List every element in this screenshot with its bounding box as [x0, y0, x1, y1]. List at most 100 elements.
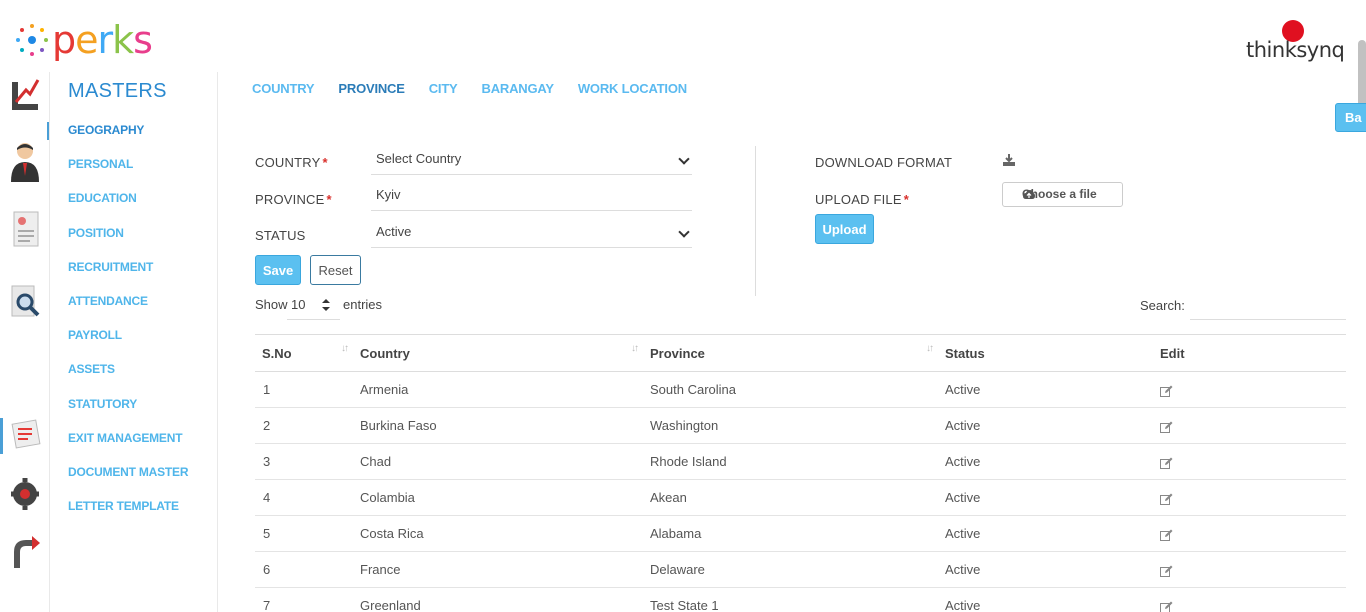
- province-label-text: PROVINCE: [255, 192, 325, 207]
- status-label: STATUS: [255, 228, 306, 243]
- cell-country: Greenland: [353, 587, 643, 612]
- edit-icon[interactable]: [1160, 565, 1173, 577]
- menu-item-letter-template[interactable]: LETTER TEMPLATE: [68, 499, 188, 533]
- col-country[interactable]: Country ↓↑: [353, 334, 643, 372]
- tab-barangay[interactable]: BARANGAY: [482, 81, 555, 96]
- col-status: Status: [938, 334, 1152, 372]
- cell-sno: 6: [255, 551, 353, 588]
- tab-work-location[interactable]: WORK LOCATION: [578, 81, 687, 96]
- cell-sno: 4: [255, 479, 353, 516]
- edit-icon[interactable]: [1160, 493, 1173, 505]
- col-sno[interactable]: S.No ↓↑: [255, 334, 353, 372]
- menu-item-education[interactable]: EDUCATION: [68, 191, 188, 225]
- table-header-row: S.No ↓↑ Country ↓↑ Province ↓↑ Status Edit: [255, 334, 1346, 372]
- sort-icon: ↓↑: [926, 343, 934, 354]
- required-mark: *: [326, 192, 332, 207]
- resume-icon[interactable]: [8, 208, 42, 248]
- cell-edit: [1152, 407, 1346, 444]
- masters-menu: MASTERS GEOGRAPHY PERSONAL EDUCATION POS…: [47, 72, 218, 612]
- status-select[interactable]: Active: [371, 218, 692, 248]
- menu-item-exit-management[interactable]: EXIT MANAGEMENT: [68, 431, 188, 465]
- cell-status: Active: [938, 371, 1152, 408]
- edit-icon[interactable]: [1160, 529, 1173, 541]
- masters-menu-list: GEOGRAPHY PERSONAL EDUCATION POSITION RE…: [68, 123, 189, 533]
- edit-icon[interactable]: [1160, 457, 1173, 469]
- cell-country: Costa Rica: [353, 515, 643, 552]
- chevron-down-icon: [678, 226, 690, 238]
- tab-country[interactable]: COUNTRY: [252, 81, 315, 96]
- country-label: COUNTRY *: [255, 155, 328, 170]
- cell-sno: 1: [255, 371, 353, 408]
- country-select[interactable]: Select Country: [371, 145, 692, 175]
- chevron-down-icon: [678, 153, 690, 165]
- cell-status: Active: [938, 587, 1152, 612]
- country-label-text: COUNTRY: [255, 155, 321, 170]
- choose-file-button[interactable]: Choose a file: [1002, 182, 1123, 207]
- table-row: 3 Chad Rhode Island Active: [255, 443, 1346, 480]
- edit-icon[interactable]: [1160, 385, 1173, 397]
- show-label: Show: [255, 297, 288, 312]
- logout-icon[interactable]: [8, 534, 42, 574]
- cell-province: Delaware: [643, 551, 938, 588]
- province-label: PROVINCE *: [255, 192, 332, 207]
- cell-province: Akean: [643, 479, 938, 516]
- masters-title: MASTERS: [68, 80, 167, 102]
- download-icon[interactable]: [1003, 153, 1015, 166]
- menu-item-attendance[interactable]: ATTENDANCE: [68, 294, 188, 328]
- table-row: 2 Burkina Faso Washington Active: [255, 407, 1346, 444]
- cell-province: Washington: [643, 407, 938, 444]
- menu-item-statutory[interactable]: STATUTORY: [68, 397, 188, 431]
- col-sno-label: S.No: [262, 345, 292, 361]
- table-row: 6 France Delaware Active: [255, 551, 1346, 588]
- exit-doc-icon[interactable]: [8, 416, 42, 456]
- upload-file-label: UPLOAD FILE *: [815, 192, 909, 207]
- analytics-icon[interactable]: [8, 74, 42, 114]
- edit-icon[interactable]: [1160, 421, 1173, 433]
- perks-logo[interactable]: perks: [14, 18, 153, 62]
- back-button[interactable]: Ba: [1335, 103, 1366, 132]
- col-edit: Edit: [1152, 334, 1346, 372]
- reset-button[interactable]: Reset: [310, 255, 361, 285]
- edit-icon[interactable]: [1160, 601, 1173, 612]
- cell-sno: 3: [255, 443, 353, 480]
- employee-icon[interactable]: [8, 140, 42, 182]
- menu-item-document-master[interactable]: DOCUMENT MASTER: [68, 465, 189, 499]
- cell-status: Active: [938, 515, 1152, 552]
- save-button[interactable]: Save: [255, 255, 301, 285]
- required-mark: *: [322, 155, 328, 170]
- geography-tabs: COUNTRY PROVINCE CITY BARANGAY WORK LOCA…: [252, 81, 687, 96]
- cell-province: Test State 1: [643, 587, 938, 612]
- window-scrollbar[interactable]: [1358, 40, 1366, 110]
- upload-button[interactable]: Upload: [815, 214, 874, 244]
- cell-status: Active: [938, 479, 1152, 516]
- menu-item-recruitment[interactable]: RECRUITMENT: [68, 260, 188, 294]
- search-input[interactable]: [1190, 290, 1346, 320]
- cell-edit: [1152, 587, 1346, 612]
- page-size-select[interactable]: 10: [287, 290, 340, 320]
- status-select-value: Active: [376, 224, 412, 239]
- menu-item-position[interactable]: POSITION: [68, 226, 188, 260]
- settings-gear-icon[interactable]: [8, 474, 42, 514]
- tab-province[interactable]: PROVINCE: [338, 81, 405, 96]
- menu-item-payroll[interactable]: PAYROLL: [68, 328, 188, 362]
- search-report-icon[interactable]: [8, 282, 42, 322]
- tab-city[interactable]: CITY: [429, 81, 458, 96]
- menu-item-geography[interactable]: GEOGRAPHY: [68, 123, 188, 157]
- cell-country: Burkina Faso: [353, 407, 643, 444]
- cell-country: Armenia: [353, 371, 643, 408]
- logo-text: perks: [52, 18, 153, 62]
- sort-icon: ↓↑: [631, 343, 639, 354]
- col-province[interactable]: Province ↓↑: [643, 334, 938, 372]
- cell-status: Active: [938, 551, 1152, 588]
- menu-item-personal[interactable]: PERSONAL: [68, 157, 188, 191]
- table-row: 1 Armenia South Carolina Active: [255, 371, 1346, 408]
- menu-active-marker: [47, 122, 49, 140]
- required-mark: *: [903, 192, 909, 207]
- col-status-label: Status: [945, 345, 985, 361]
- province-table: S.No ↓↑ Country ↓↑ Province ↓↑ Status Edit …: [255, 334, 1346, 612]
- form-divider: [755, 146, 756, 296]
- province-input[interactable]: Kyiv: [371, 181, 692, 211]
- cell-country: France: [353, 551, 643, 588]
- cell-country: Colambia: [353, 479, 643, 516]
- menu-item-assets[interactable]: ASSETS: [68, 362, 188, 396]
